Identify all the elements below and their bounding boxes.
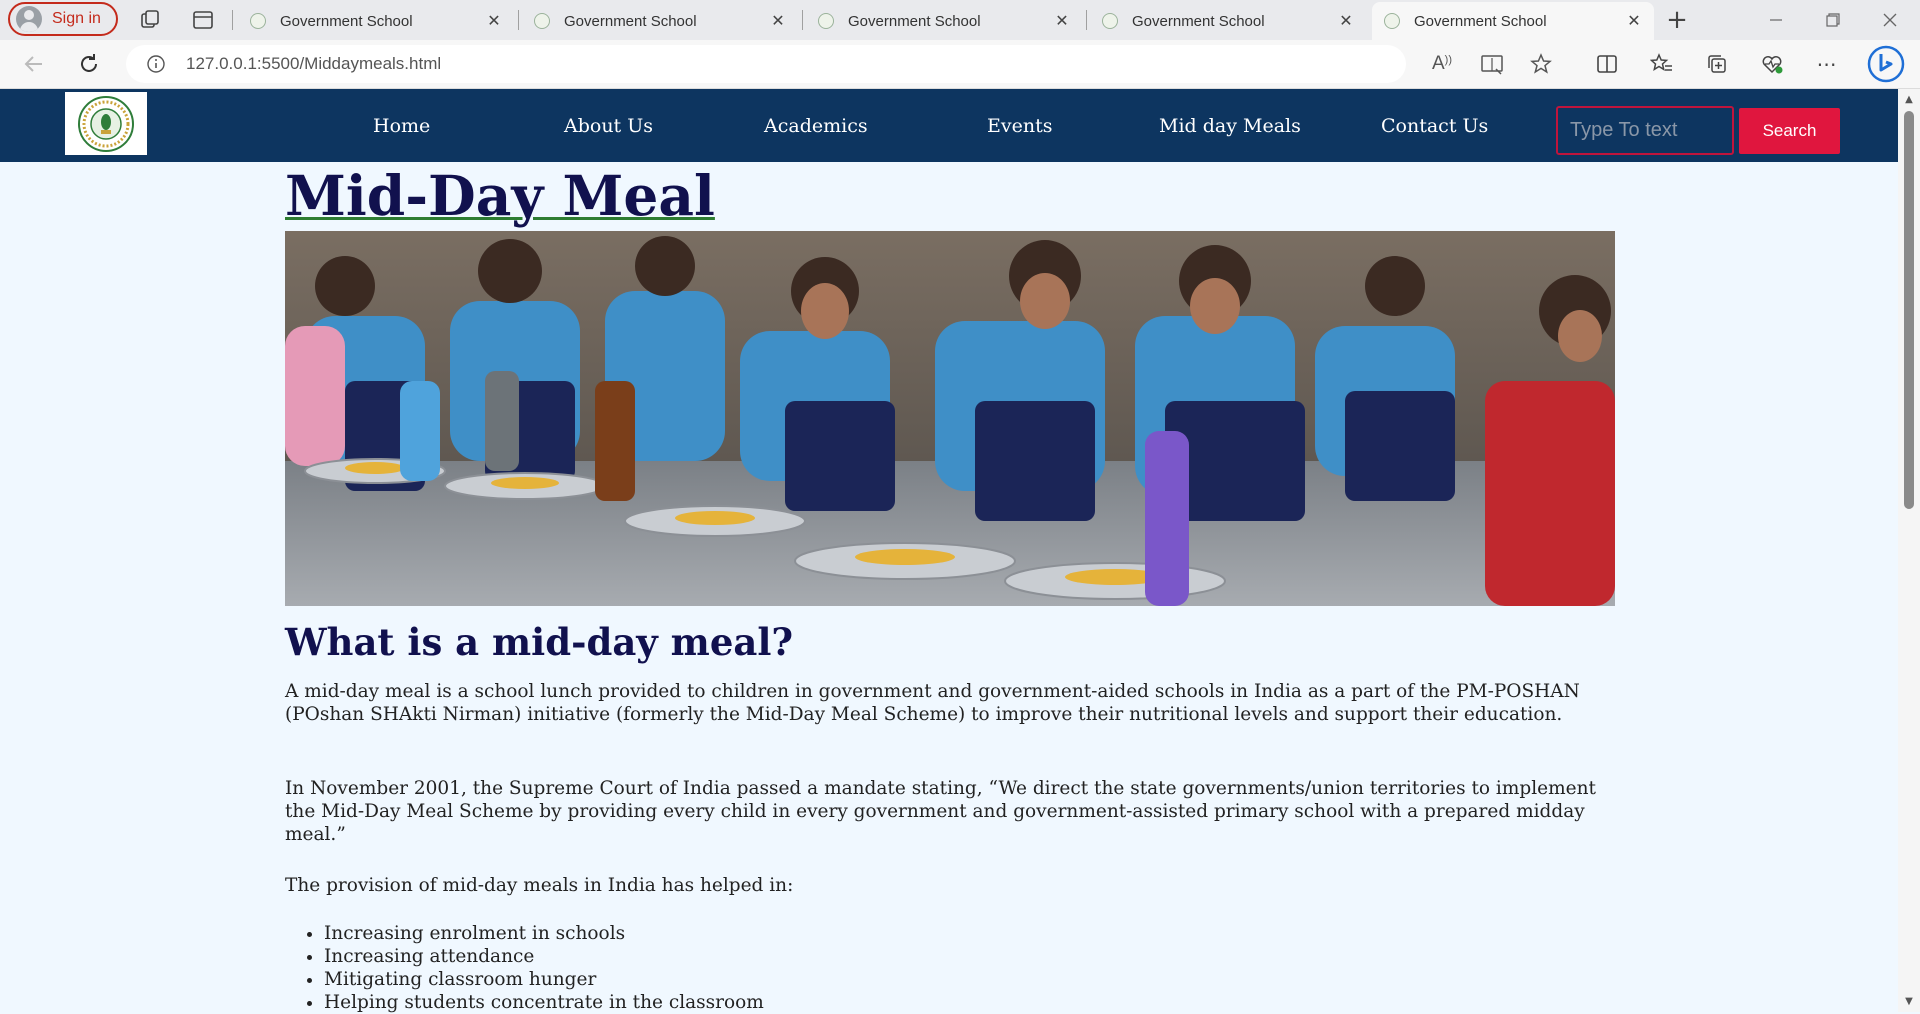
- browser-tab[interactable]: Government School ✕: [522, 2, 798, 40]
- favorites-icon[interactable]: [1648, 50, 1676, 78]
- tab-separator: [518, 10, 519, 30]
- tab-title: Government School: [1414, 12, 1547, 30]
- tab-title: Government School: [848, 12, 981, 30]
- browser-tab[interactable]: Government School ✕: [238, 2, 514, 40]
- refresh-icon[interactable]: [75, 50, 103, 78]
- nav-about-us-link[interactable]: About Us: [564, 115, 653, 137]
- close-tab-icon[interactable]: ✕: [768, 11, 788, 31]
- site-search-input[interactable]: [1556, 106, 1734, 155]
- tab-title: Government School: [280, 12, 413, 30]
- tab-separator: [802, 10, 803, 30]
- tab-favicon-icon: [1102, 13, 1118, 29]
- students-photo: [285, 231, 1615, 606]
- nav-contact-us-link[interactable]: Contact Us: [1381, 115, 1488, 137]
- tab-title: Government School: [564, 12, 697, 30]
- paragraph-intro: A mid-day meal is a school lunch provide…: [285, 681, 1580, 725]
- browser-toolbar: 127.0.0.1:5500/Middaymeals.html A)) ⋯: [0, 40, 1920, 89]
- read-aloud-label: A: [1431, 53, 1445, 74]
- close-tab-icon[interactable]: ✕: [484, 11, 504, 31]
- tab-favicon-icon: [250, 13, 266, 29]
- immersive-reader-icon[interactable]: [1478, 50, 1506, 78]
- back-arrow-icon[interactable]: [20, 50, 48, 78]
- close-tab-icon[interactable]: ✕: [1052, 11, 1072, 31]
- address-bar[interactable]: 127.0.0.1:5500/Middaymeals.html: [126, 45, 1406, 83]
- scroll-thumb[interactable]: [1904, 111, 1914, 509]
- main-content: Mid-Day Meal What is a mid-day meal? A m…: [285, 162, 1615, 1013]
- nav-home-link[interactable]: Home: [373, 115, 430, 137]
- list-item: Increasing attendance: [324, 945, 764, 968]
- tab-separator: [1086, 10, 1087, 30]
- browser-tab[interactable]: Government School ✕: [806, 2, 1082, 40]
- site-navbar: Home About Us Academics Events Mid day M…: [0, 89, 1898, 162]
- site-info-icon[interactable]: [146, 54, 166, 74]
- sign-in-button[interactable]: Sign in: [8, 2, 118, 36]
- list-item: Helping students concentrate in the clas…: [324, 991, 764, 1014]
- paragraph-provision: The provision of mid-day meals in India …: [285, 875, 794, 896]
- hero-image-students-eating: [285, 231, 1615, 606]
- copilot-icon[interactable]: [1866, 44, 1906, 84]
- list-item: Mitigating classroom hunger: [324, 968, 764, 991]
- emblem-icon: [78, 95, 134, 152]
- collections-icon[interactable]: [1703, 50, 1731, 78]
- new-tab-button[interactable]: +: [1665, 5, 1689, 35]
- close-tab-icon[interactable]: ✕: [1336, 11, 1356, 31]
- list-item: Increasing enrolment in schools: [324, 922, 764, 945]
- tab-favicon-icon: [818, 13, 834, 29]
- avatar: [16, 6, 42, 32]
- nav-events-link[interactable]: Events: [987, 115, 1052, 137]
- nav-mid-day-meals-link[interactable]: Mid day Meals: [1159, 115, 1301, 137]
- scroll-down-icon[interactable]: ▼: [1903, 995, 1915, 1007]
- close-window-icon[interactable]: [1872, 6, 1908, 34]
- browser-tab[interactable]: Government School ✕: [1090, 2, 1366, 40]
- tab-title: Government School: [1132, 12, 1265, 30]
- url-text: 127.0.0.1:5500/Middaymeals.html: [186, 54, 442, 73]
- paragraph-supreme-court: In November 2001, the Supreme Court of I…: [285, 778, 1596, 845]
- scroll-up-icon[interactable]: ▲: [1903, 93, 1915, 105]
- tab-favicon-icon: [1384, 13, 1400, 29]
- page-title: Mid-Day Meal: [285, 163, 715, 228]
- sign-in-label: Sign in: [52, 10, 101, 27]
- split-screen-icon[interactable]: [1593, 50, 1621, 78]
- favorite-star-icon[interactable]: [1527, 50, 1555, 78]
- tab-separator: [232, 10, 233, 30]
- browser-tab-bar: Sign in Government School ✕ Government S…: [0, 0, 1920, 40]
- more-options-icon[interactable]: ⋯: [1813, 50, 1841, 78]
- read-aloud-icon[interactable]: A)): [1428, 50, 1456, 78]
- school-logo[interactable]: [65, 92, 147, 155]
- page-scrollbar[interactable]: ▲ ▼: [1898, 89, 1920, 1012]
- workspaces-icon[interactable]: [138, 8, 162, 32]
- restore-icon[interactable]: [1815, 6, 1851, 34]
- close-tab-icon[interactable]: ✕: [1624, 11, 1644, 31]
- tab-actions-icon[interactable]: [191, 8, 215, 32]
- browser-tab-active[interactable]: Government School ✕: [1372, 2, 1654, 40]
- browser-essentials-icon[interactable]: [1758, 50, 1786, 78]
- benefits-list: Increasing enrolment in schools Increasi…: [285, 922, 764, 1014]
- site-search-button[interactable]: Search: [1739, 108, 1840, 154]
- section-heading: What is a mid-day meal?: [285, 620, 794, 664]
- minimize-icon[interactable]: [1758, 6, 1794, 34]
- nav-academics-link[interactable]: Academics: [764, 115, 868, 137]
- tab-favicon-icon: [534, 13, 550, 29]
